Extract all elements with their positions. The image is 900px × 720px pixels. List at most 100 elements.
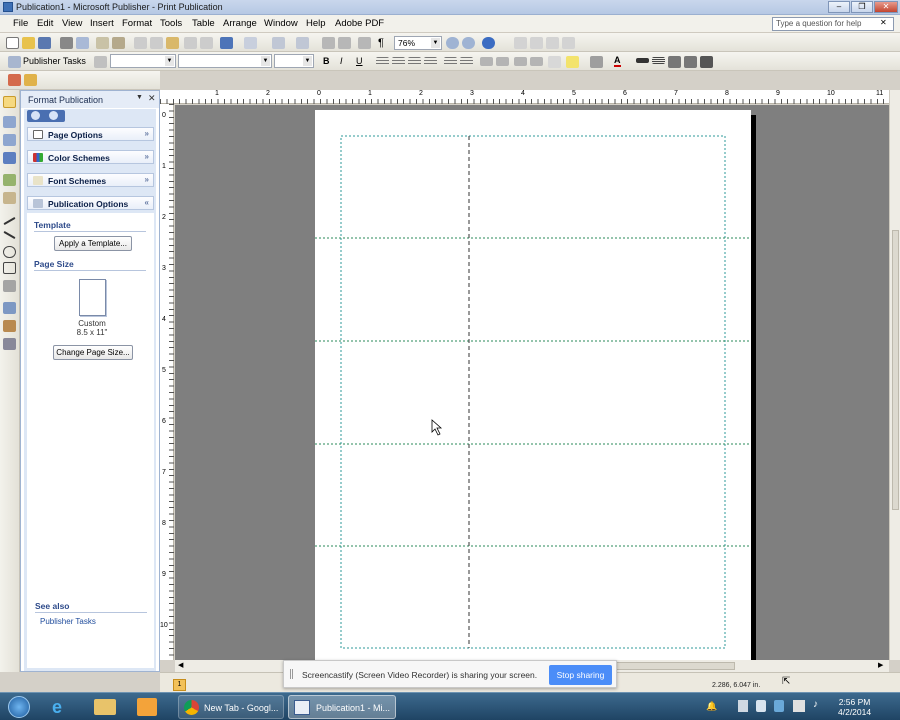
- html-fragment-icon[interactable]: [3, 338, 16, 350]
- tray-icon[interactable]: [756, 700, 766, 712]
- menu-tools[interactable]: Tools: [160, 18, 182, 29]
- chevron-down-icon[interactable]: ▼: [303, 56, 312, 66]
- restore-button[interactable]: ❐: [851, 1, 873, 13]
- publication-page[interactable]: [315, 110, 751, 670]
- special-characters-icon[interactable]: ¶: [378, 37, 384, 49]
- tray-icon[interactable]: [738, 700, 748, 712]
- volume-icon[interactable]: ♪: [813, 699, 818, 710]
- task-pane-close-icon[interactable]: ✕: [148, 93, 156, 104]
- new-icon[interactable]: [6, 37, 19, 49]
- chevron-down-icon[interactable]: ▼: [261, 56, 270, 66]
- clock[interactable]: 2:56 PM 4/2/2014: [838, 697, 871, 717]
- print-preview-icon[interactable]: [76, 37, 89, 49]
- fill-color-icon[interactable]: [566, 56, 579, 68]
- rectangle-tool-icon[interactable]: [3, 262, 16, 274]
- menu-window[interactable]: Window: [264, 18, 298, 29]
- line-spacing-icon[interactable]: [548, 56, 561, 68]
- align-center-icon[interactable]: [392, 57, 405, 66]
- web-icon-2[interactable]: [546, 37, 559, 49]
- menu-file[interactable]: File: [13, 18, 28, 29]
- font-size-decrease-icon[interactable]: [530, 57, 543, 66]
- styles-icon[interactable]: [94, 56, 107, 68]
- horizontal-ruler[interactable]: 1 2 0 1 2 3 4 5 6 7 8 9 10 11: [160, 90, 890, 104]
- minimize-button[interactable]: –: [828, 1, 850, 13]
- stop-sharing-button[interactable]: Stop sharing: [549, 665, 612, 685]
- scroll-thumb[interactable]: [892, 230, 899, 510]
- line-tool-icon[interactable]: [3, 216, 16, 226]
- ungroup-icon[interactable]: [338, 37, 351, 49]
- undo-icon[interactable]: [220, 37, 233, 49]
- publisher-tasks-icon[interactable]: [8, 56, 21, 68]
- open-icon[interactable]: [22, 37, 35, 49]
- vertical-scrollbar[interactable]: [889, 90, 900, 660]
- menu-adobe-pdf[interactable]: Adobe PDF: [335, 18, 384, 29]
- chevron-down-icon[interactable]: ▼: [431, 38, 440, 48]
- internet-explorer-icon[interactable]: e: [52, 697, 62, 718]
- section-page-options[interactable]: Page Options »: [27, 127, 154, 141]
- wordart-icon[interactable]: [3, 152, 16, 164]
- design-gallery-icon[interactable]: [8, 74, 21, 86]
- back-icon[interactable]: [31, 111, 40, 120]
- apply-template-button[interactable]: Apply a Template...: [54, 236, 132, 251]
- page-size-thumbnail[interactable]: [79, 279, 106, 316]
- zoom-in-icon[interactable]: [462, 37, 475, 49]
- 3d-style-icon[interactable]: [700, 56, 713, 68]
- taskbar-publisher[interactable]: Publication1 - Mi...: [288, 695, 396, 719]
- underline-button[interactable]: U: [356, 56, 363, 66]
- workspace[interactable]: [175, 105, 890, 675]
- ask-question-input[interactable]: Type a question for help: [772, 17, 894, 31]
- menu-format[interactable]: Format: [122, 18, 152, 29]
- decrease-indent-icon[interactable]: [480, 57, 493, 66]
- redo-icon[interactable]: [244, 37, 257, 49]
- line-style-icon[interactable]: [636, 58, 649, 63]
- font-color-icon[interactable]: A: [614, 55, 621, 67]
- section-publication-options[interactable]: Publication Options «: [27, 196, 154, 210]
- network-icon[interactable]: [793, 700, 805, 712]
- line-color-icon[interactable]: [590, 56, 603, 68]
- menu-arrange[interactable]: Arrange: [223, 18, 257, 29]
- print-icon[interactable]: [60, 37, 73, 49]
- font-combo[interactable]: ▼: [178, 54, 272, 68]
- columns-icon[interactable]: [358, 37, 371, 49]
- format-painter-icon[interactable]: [184, 37, 197, 49]
- close-button[interactable]: ✕: [874, 1, 898, 13]
- publisher-tasks-link[interactable]: Publisher Tasks: [40, 617, 96, 626]
- close-document-icon[interactable]: ✕: [880, 18, 887, 27]
- send-backward-icon[interactable]: [296, 37, 309, 49]
- style-combo[interactable]: ▼: [110, 54, 176, 68]
- italic-button[interactable]: I: [340, 56, 343, 66]
- cut-icon[interactable]: [134, 37, 147, 49]
- shadow-style-icon[interactable]: [684, 56, 697, 68]
- section-font-schemes[interactable]: Font Schemes »: [27, 173, 154, 187]
- increase-indent-icon[interactable]: [496, 57, 509, 66]
- copy-icon[interactable]: [150, 37, 163, 49]
- menu-insert[interactable]: Insert: [90, 18, 114, 29]
- menu-edit[interactable]: Edit: [37, 18, 53, 29]
- scroll-left-icon[interactable]: ◀: [178, 661, 183, 669]
- taskbar-chrome[interactable]: New Tab - Googl...: [178, 695, 284, 719]
- arrow-style-icon[interactable]: [668, 56, 681, 68]
- menu-view[interactable]: View: [62, 18, 82, 29]
- hot-spot-icon[interactable]: [3, 302, 16, 314]
- chevron-down-icon[interactable]: ▼: [165, 56, 174, 66]
- menu-help[interactable]: Help: [306, 18, 326, 29]
- font-size-increase-icon[interactable]: [514, 57, 527, 66]
- publisher-tasks-button[interactable]: Publisher Tasks: [23, 56, 86, 66]
- align-right-icon[interactable]: [408, 57, 421, 66]
- start-button[interactable]: [8, 696, 30, 718]
- web-icon-1[interactable]: [530, 37, 543, 49]
- vertical-ruler[interactable]: 0 1 2 3 4 5 6 7 8 9 10: [160, 104, 174, 660]
- arrow-tool-icon[interactable]: [3, 230, 16, 240]
- web-icon-3[interactable]: [562, 37, 575, 49]
- clear-icon[interactable]: [200, 37, 213, 49]
- bullets-icon[interactable]: [460, 57, 473, 66]
- form-control-icon[interactable]: [3, 320, 16, 332]
- dash-style-icon[interactable]: [652, 57, 665, 64]
- spelling-icon[interactable]: [96, 37, 109, 49]
- oval-tool-icon[interactable]: [3, 246, 16, 258]
- section-color-schemes[interactable]: Color Schemes »: [27, 150, 154, 164]
- save-icon[interactable]: [38, 37, 51, 49]
- media-player-icon[interactable]: [137, 698, 157, 716]
- align-left-icon[interactable]: [376, 57, 389, 66]
- change-page-size-button[interactable]: Change Page Size...: [53, 345, 133, 360]
